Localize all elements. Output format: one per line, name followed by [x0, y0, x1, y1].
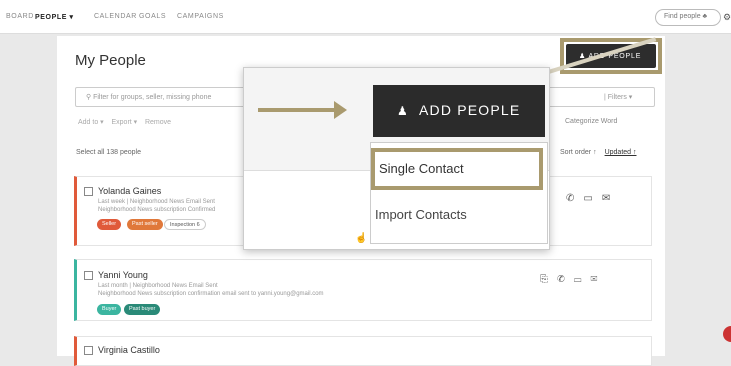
- contact-name[interactable]: Virginia Castillo: [98, 345, 160, 355]
- nav-people[interactable]: PEOPLE ▾: [35, 13, 74, 21]
- settings-icon[interactable]: ⚙: [723, 12, 731, 23]
- tag-badge[interactable]: Buyer: [97, 304, 122, 315]
- nav-calendar[interactable]: CALENDAR: [94, 13, 137, 20]
- filters-dropdown[interactable]: | Filters ▾: [604, 93, 632, 101]
- tag-badge[interactable]: Seller: [97, 219, 122, 230]
- message-icon[interactable]: ▭: [574, 274, 591, 285]
- row-checkbox[interactable]: [84, 271, 93, 280]
- tag-badge[interactable]: Inspection 6: [164, 219, 206, 230]
- find-people-input[interactable]: Find people ♣: [655, 9, 721, 26]
- people-count: Select all 138 people: [76, 149, 141, 156]
- add-task-icon[interactable]: ⎘: [540, 274, 557, 285]
- contact-activity: Last week | Neighborhood News Email Sent: [98, 199, 215, 205]
- remove-button[interactable]: Remove: [145, 119, 171, 126]
- search-icon: ♣: [702, 13, 708, 20]
- pointer-arrow: [258, 108, 338, 112]
- find-people-placeholder: Find people: [664, 13, 701, 20]
- email-icon[interactable]: ✉: [591, 274, 607, 285]
- row-checkbox[interactable]: [84, 187, 93, 196]
- phone-icon[interactable]: ✆: [566, 193, 583, 204]
- contact-activity: Last month | Neighborhood News Email Sen…: [98, 283, 218, 289]
- bulk-actions: Add to ▾ Export ▾ Remove: [78, 118, 171, 126]
- sort-control[interactable]: Sort order ↑ Updated ↑: [560, 149, 637, 156]
- top-navigation: BOARD PEOPLE ▾ CALENDAR GOALS CAMPAIGNS …: [0, 0, 731, 34]
- import-contacts-option[interactable]: Import Contacts: [375, 207, 467, 222]
- nav-campaigns[interactable]: CAMPAIGNS: [177, 13, 224, 20]
- contact-note: Neighborhood News subscription Confirmed: [98, 207, 216, 213]
- arrow-head-icon: [334, 101, 347, 119]
- contact-card[interactable]: [74, 336, 652, 366]
- tag-badge[interactable]: Past buyer: [124, 304, 161, 315]
- message-icon[interactable]: ▭: [583, 193, 601, 204]
- add-people-label: ADD PEOPLE: [418, 102, 521, 118]
- categorize-button[interactable]: Categorize Word: [565, 118, 617, 125]
- contact-note: Neighborhood News subscription confirmat…: [98, 291, 324, 297]
- nav-goals[interactable]: GOALS: [139, 13, 166, 20]
- add-to-menu[interactable]: Add to ▾: [78, 119, 104, 126]
- contact-actions: ✆▭✉: [566, 193, 619, 204]
- notification-badge[interactable]: [723, 326, 731, 342]
- export-menu[interactable]: Export ▾: [111, 119, 137, 126]
- cursor-icon: ☝: [355, 233, 368, 244]
- filter-placeholder: ⚲ Filter for groups, seller, missing pho…: [86, 94, 212, 101]
- contact-name[interactable]: Yanni Young: [98, 270, 148, 280]
- person-add-icon: ♟: [397, 104, 409, 118]
- page-title: My People: [75, 52, 146, 69]
- contact-card[interactable]: [74, 259, 652, 321]
- add-people-button-zoomed[interactable]: ♟ ADD PEOPLE: [373, 85, 545, 137]
- single-contact-option[interactable]: Single Contact: [371, 148, 543, 190]
- tag-badge[interactable]: Past seller: [127, 219, 163, 230]
- phone-icon[interactable]: ✆: [557, 274, 574, 285]
- sort-label: Sort order ↑: [560, 149, 597, 156]
- contact-name[interactable]: Yolanda Gaines: [98, 186, 161, 196]
- email-icon[interactable]: ✉: [602, 193, 619, 204]
- nav-board[interactable]: BOARD: [6, 13, 34, 20]
- row-checkbox[interactable]: [84, 346, 93, 355]
- sort-value[interactable]: Updated ↑: [605, 149, 637, 156]
- contact-actions: ⎘✆▭✉: [540, 274, 606, 285]
